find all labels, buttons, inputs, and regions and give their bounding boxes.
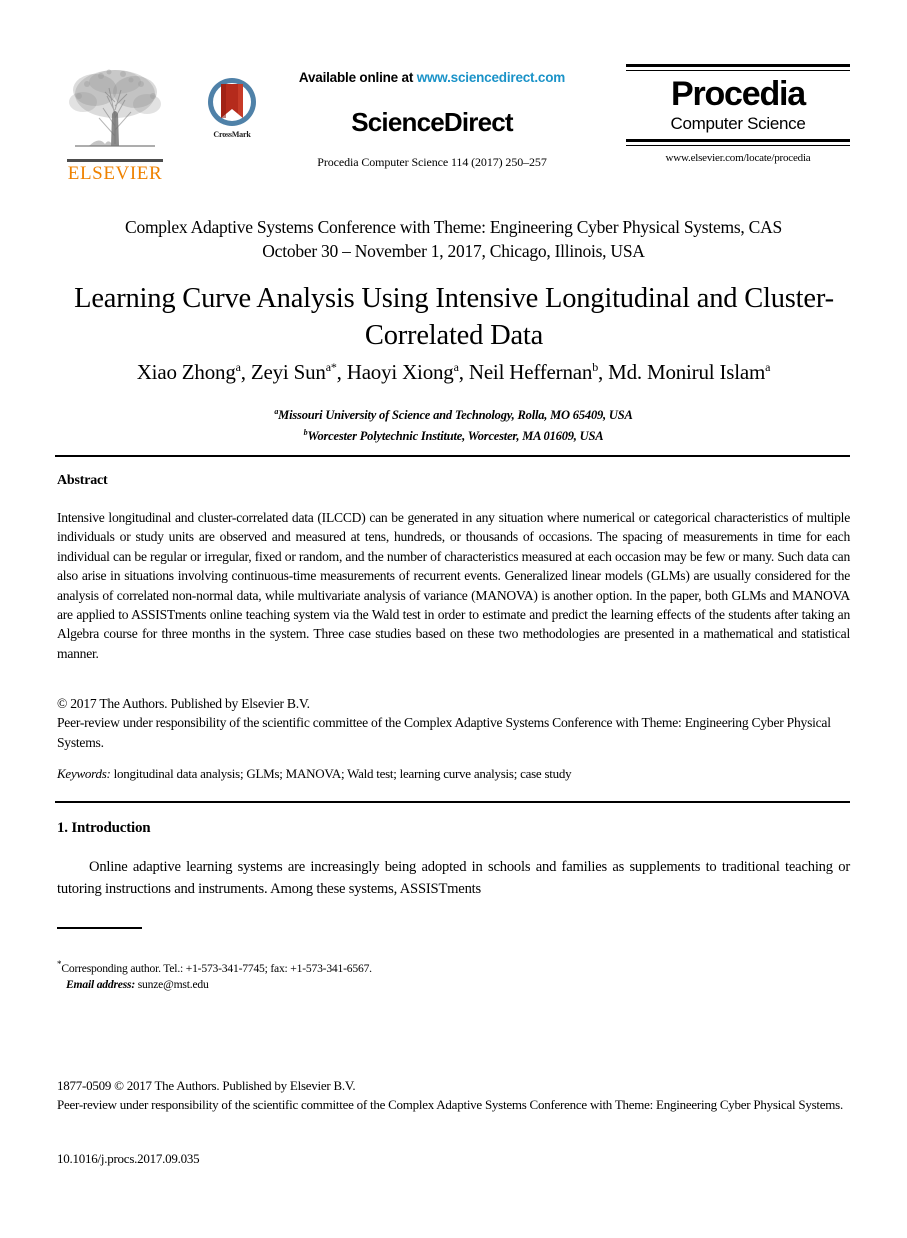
peer-review-line: Peer-review under responsibility of the … bbox=[57, 715, 831, 750]
journal-citation: Procedia Computer Science 114 (2017) 250… bbox=[317, 155, 547, 169]
keywords-label: Keywords: bbox=[57, 766, 111, 781]
procedia-top-rule bbox=[626, 64, 850, 71]
abstract-top-divider bbox=[55, 455, 850, 457]
sciencedirect-block: Available online at www.sciencedirect.co… bbox=[242, 70, 622, 170]
page-footer: 1877-0509 © 2017 The Authors. Published … bbox=[57, 1077, 850, 1114]
sciencedirect-url-link[interactable]: www.sciencedirect.com bbox=[417, 70, 566, 85]
corresponding-author-footnote: *Corresponding author. Tel.: +1-573-341-… bbox=[57, 956, 657, 993]
footnote-line-1: *Corresponding author. Tel.: +1-573-341-… bbox=[57, 956, 657, 977]
elsevier-logo: ELSEVIER bbox=[61, 66, 169, 185]
conference-line-2: October 30 – November 1, 2017, Chicago, … bbox=[262, 241, 645, 261]
footer-peer-review-line: Peer-review under responsibility of the … bbox=[57, 1096, 843, 1112]
conference-header: Complex Adaptive Systems Conference with… bbox=[57, 215, 850, 263]
available-online-line: Available online at www.sciencedirect.co… bbox=[242, 70, 622, 85]
section-heading-introduction: 1. Introduction bbox=[57, 820, 151, 836]
email-label: Email address: bbox=[66, 977, 136, 991]
doi-line[interactable]: 10.1016/j.procs.2017.09.035 bbox=[57, 1151, 200, 1167]
elsevier-tree-icon bbox=[65, 66, 165, 158]
procedia-subtitle: Computer Science bbox=[670, 114, 806, 133]
affiliation-b-text: Worcester Polytechnic Institute, Worcest… bbox=[307, 429, 604, 444]
author-list: Xiao Zhonga, Zeyi Suna*, Haoyi Xionga, N… bbox=[136, 360, 771, 384]
footnote-divider bbox=[57, 927, 142, 929]
keywords-line: Keywords: longitudinal data analysis; GL… bbox=[57, 766, 850, 782]
procedia-title: Procedia bbox=[670, 75, 806, 113]
footer-issn-line: 1877-0509 © 2017 The Authors. Published … bbox=[57, 1078, 356, 1093]
introduction-body: Online adaptive learning systems are inc… bbox=[57, 859, 850, 897]
masthead: ELSEVIER CrossMark Available online at w… bbox=[57, 62, 850, 197]
affiliation-b: bWorcester Polytechnic Institute, Worces… bbox=[303, 428, 604, 444]
sciencedirect-wordmark: ScienceDirect bbox=[351, 107, 513, 137]
abstract-copyright-block: © 2017 The Authors. Published by Elsevie… bbox=[57, 694, 850, 752]
available-online-prefix: Available online at bbox=[298, 70, 417, 85]
email-value[interactable]: sunze@mst.edu bbox=[135, 978, 209, 991]
abstract-bottom-divider bbox=[55, 801, 850, 803]
keywords-value: longitudinal data analysis; GLMs; MANOVA… bbox=[110, 766, 572, 781]
paper-page: ELSEVIER CrossMark Available online at w… bbox=[0, 0, 907, 1238]
procedia-bottom-rule bbox=[626, 139, 850, 146]
abstract-body: Intensive longitudinal and cluster-corre… bbox=[57, 510, 850, 661]
footnote-line-2: Email address: sunze@mst.edu bbox=[57, 977, 657, 993]
affiliation-a-text: Missouri University of Science and Techn… bbox=[278, 408, 633, 423]
abstract-heading: Abstract bbox=[57, 473, 108, 488]
page-title: Learning Curve Analysis Using Intensive … bbox=[74, 283, 834, 351]
affiliation-a: aMissouri University of Science and Tech… bbox=[274, 407, 633, 423]
affiliation-list: aMissouri University of Science and Tech… bbox=[57, 403, 850, 445]
elsevier-bar bbox=[67, 159, 163, 162]
procedia-logo: Procedia Computer Science www.elsevier.c… bbox=[626, 64, 850, 164]
copyright-line: © 2017 The Authors. Published by Elsevie… bbox=[57, 696, 310, 711]
elsevier-wordmark: ELSEVIER bbox=[67, 163, 163, 184]
procedia-url[interactable]: www.elsevier.com/locate/procedia bbox=[626, 152, 850, 164]
footnote-text: Corresponding author. Tel.: +1-573-341-7… bbox=[61, 961, 372, 975]
conference-line-1: Complex Adaptive Systems Conference with… bbox=[125, 217, 782, 237]
